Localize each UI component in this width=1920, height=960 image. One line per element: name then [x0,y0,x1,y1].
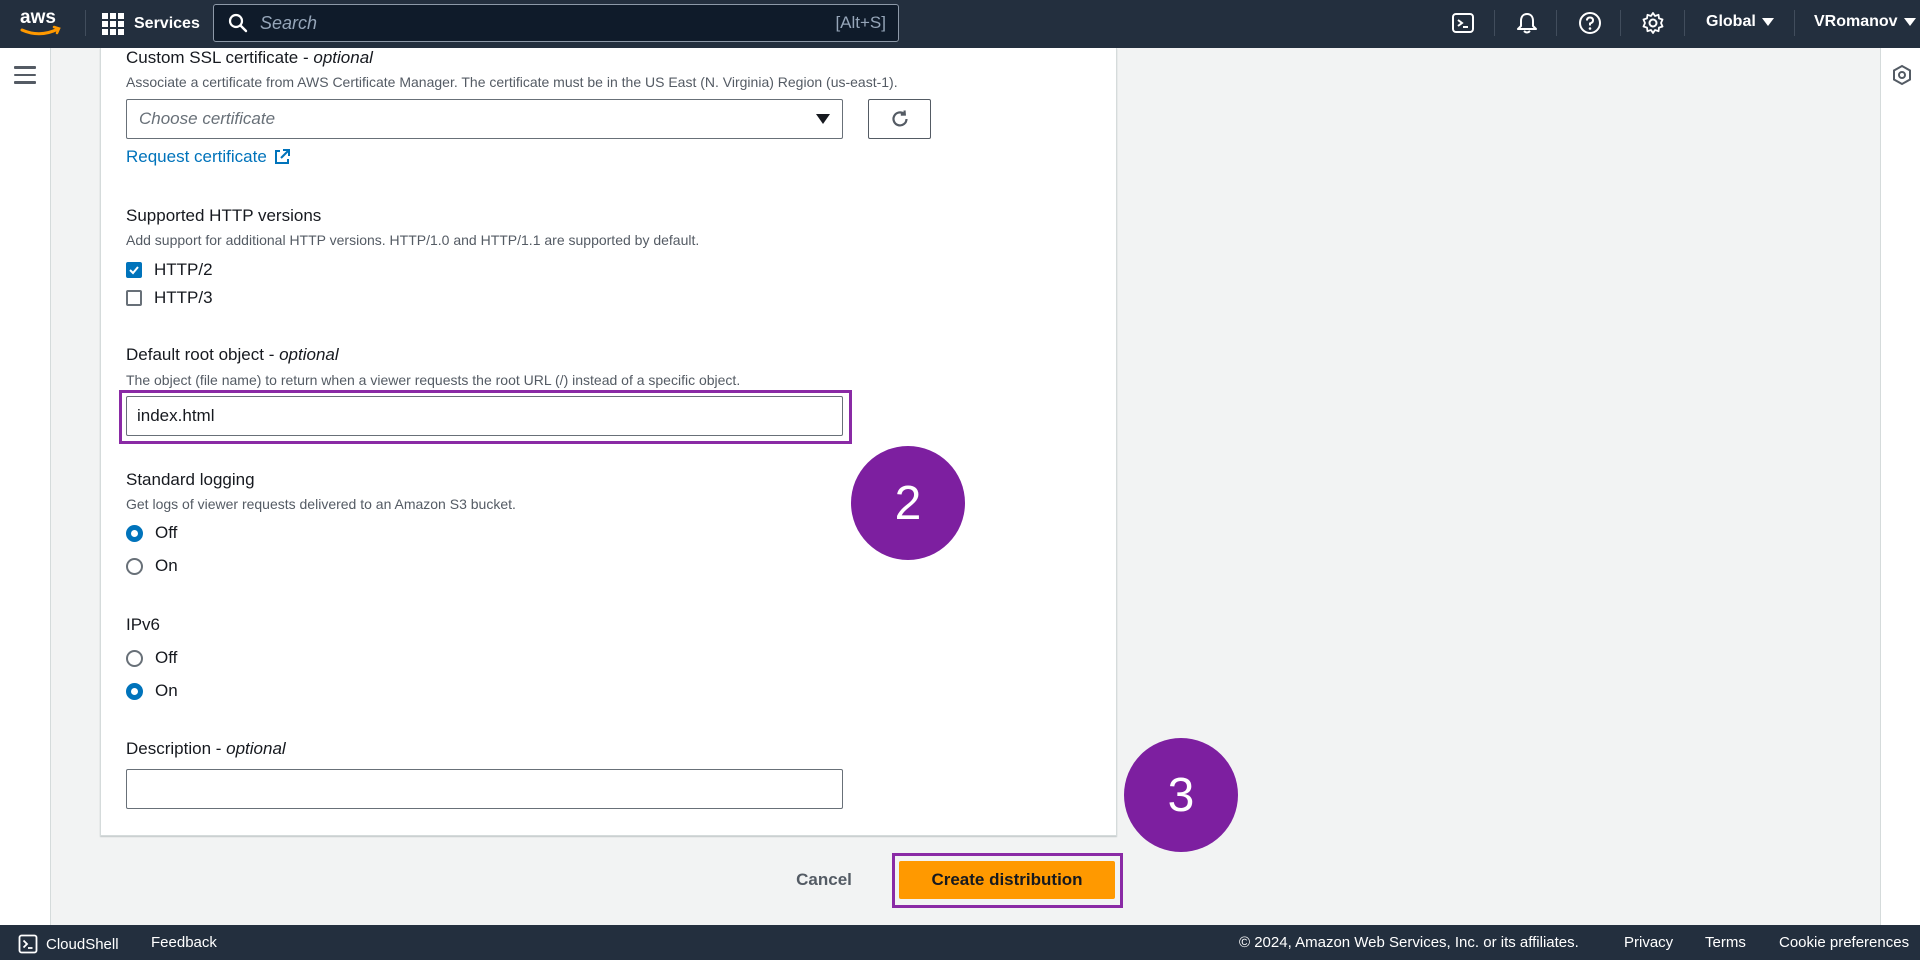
nav-divider [85,10,86,36]
info-panel-icon[interactable] [1891,64,1913,86]
ipv6-on-radio[interactable] [126,682,143,700]
services-menu-button[interactable]: Services [102,8,200,40]
standard-logging-label: Standard logging [126,470,255,489]
root-object-input[interactable] [126,396,843,436]
hamburger-menu-icon[interactable] [14,66,36,84]
ssl-certificate-description: Associate a certificate from AWS Certifi… [126,74,898,90]
certificate-select-placeholder: Choose certificate [139,109,276,128]
refresh-certificates-button[interactable] [868,99,931,139]
app-grid-icon [102,13,124,35]
logging-off-radio[interactable] [126,524,143,542]
account-menu[interactable]: VRomanov [1814,13,1916,31]
region-selector[interactable]: Global [1706,13,1774,31]
logging-off-radio-row[interactable]: Off [126,523,177,543]
checkmark-icon [129,266,139,275]
description-label: Description - optional [126,739,286,758]
logging-off-label: Off [155,523,178,542]
search-icon [228,13,248,33]
privacy-link[interactable]: Privacy [1624,934,1673,951]
logging-on-radio[interactable] [126,557,143,575]
request-certificate-label: Request certificate [126,147,267,166]
console-footer: CloudShell Feedback © 2024, Amazon Web S… [0,925,1920,960]
http3-label: HTTP/3 [154,288,213,307]
nav-divider [1684,10,1685,36]
notifications-bell-icon[interactable] [1514,10,1540,36]
top-navigation: aws Services [Alt+S] Glo [0,0,1920,48]
services-label: Services [134,15,200,32]
refresh-icon [891,110,908,127]
ipv6-off-label: Off [155,648,178,667]
standard-logging-description: Get logs of viewer requests delivered to… [126,496,516,512]
copyright-text: © 2024, Amazon Web Services, Inc. or its… [1239,934,1579,951]
external-link-icon [274,149,290,164]
left-side-rail [0,48,51,925]
http3-checkbox-row[interactable]: HTTP/3 [126,288,213,308]
step-3-callout: 3 [1124,738,1238,852]
aws-logo[interactable]: aws [18,6,64,40]
step-2-callout: 2 [851,446,965,560]
region-label: Global [1706,13,1756,30]
caret-down-icon [1761,18,1774,26]
terms-link[interactable]: Terms [1705,934,1746,951]
right-side-rail [1880,48,1920,925]
nav-divider [1620,10,1621,36]
logging-on-label: On [155,556,178,575]
user-label: VRomanov [1814,13,1898,30]
http-versions-label: Supported HTTP versions [126,206,322,225]
certificate-select[interactable]: Choose certificate [126,99,843,139]
cookie-preferences-link[interactable]: Cookie preferences [1779,934,1909,951]
logging-on-radio-row[interactable]: On [126,556,178,576]
ipv6-on-radio-row[interactable]: On [126,681,178,701]
cloudshell-icon [18,934,38,954]
cloudshell-footer-button[interactable]: CloudShell [18,934,119,954]
http2-checkbox[interactable] [126,262,142,278]
settings-gear-icon[interactable] [1640,10,1666,36]
ipv6-off-radio-row[interactable]: Off [126,648,177,668]
root-object-description: The object (file name) to return when a … [126,372,741,388]
ipv6-off-radio[interactable] [126,649,143,667]
ipv6-label: IPv6 [126,615,161,634]
cloudshell-icon[interactable] [1450,10,1476,36]
nav-divider [1794,10,1795,36]
request-certificate-link[interactable]: Request certificate [126,147,291,167]
help-circle-icon[interactable] [1577,10,1603,36]
caret-down-icon [816,114,830,124]
nav-divider [1494,10,1495,36]
http-versions-description: Add support for additional HTTP versions… [126,232,700,248]
description-input[interactable] [126,769,843,809]
svg-text:aws: aws [20,7,56,28]
cancel-button[interactable]: Cancel [782,862,866,898]
nav-divider [1556,10,1557,36]
root-object-label: Default root object - optional [126,345,339,364]
caret-down-icon [1903,18,1916,26]
feedback-link[interactable]: Feedback [151,934,217,951]
http2-checkbox-row[interactable]: HTTP/2 [126,260,213,280]
http3-checkbox[interactable] [126,290,142,306]
cloudshell-footer-label: CloudShell [46,935,119,953]
search-input[interactable] [260,12,836,34]
search-shortcut-hint: [Alt+S] [835,13,886,32]
ipv6-on-label: On [155,681,178,700]
http2-label: HTTP/2 [154,260,213,279]
create-distribution-button[interactable]: Create distribution [899,861,1115,899]
global-search[interactable]: [Alt+S] [213,4,899,42]
ssl-certificate-label: Custom SSL certificate - optional [126,48,373,67]
